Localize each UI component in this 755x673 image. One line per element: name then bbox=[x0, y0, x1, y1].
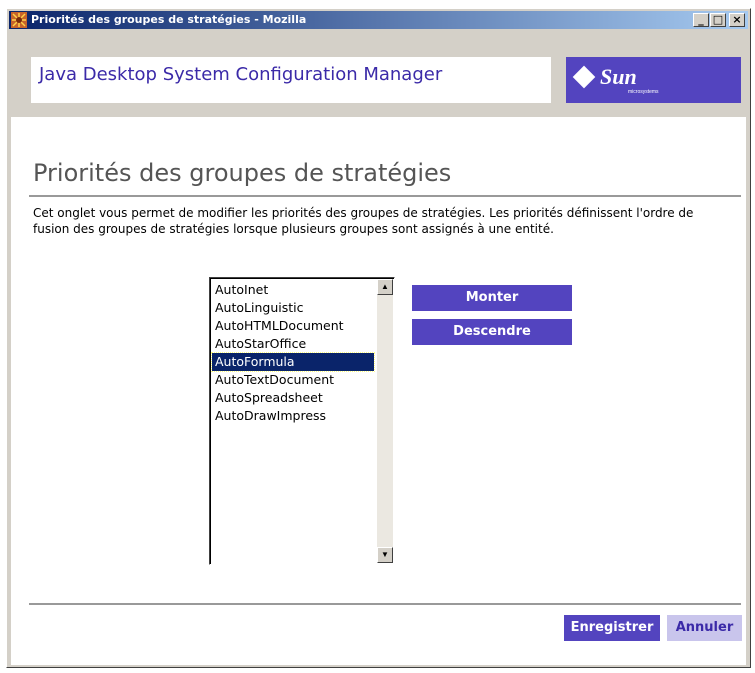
policy-group-listbox[interactable]: AutoInet AutoLinguistic AutoHTMLDocument… bbox=[209, 277, 395, 565]
list-item[interactable]: AutoDrawImpress bbox=[212, 407, 374, 425]
page-title: Priorités des groupes de stratégies bbox=[33, 159, 452, 187]
list-item[interactable]: AutoHTMLDocument bbox=[212, 317, 374, 335]
footer-divider bbox=[29, 603, 741, 605]
scroll-up-arrow-icon[interactable]: ▲ bbox=[377, 279, 393, 295]
cancel-button[interactable]: Annuler bbox=[667, 615, 742, 641]
scroll-down-arrow-icon[interactable]: ▼ bbox=[377, 547, 393, 563]
title-divider bbox=[29, 195, 741, 197]
vertical-scrollbar[interactable]: ▲ ▼ bbox=[377, 279, 393, 563]
list-item[interactable]: AutoSpreadsheet bbox=[212, 389, 374, 407]
minimize-button[interactable]: _ bbox=[693, 13, 709, 27]
close-button[interactable]: × bbox=[729, 13, 745, 27]
sun-logo: Sun microsystems bbox=[566, 57, 741, 103]
browser-window: Priorités des groupes de stratégies - Mo… bbox=[6, 8, 751, 668]
sun-logo-text: Sun bbox=[600, 64, 637, 89]
list-item[interactable]: AutoFormula bbox=[211, 352, 375, 372]
app-name: Java Desktop System Configuration Manage… bbox=[39, 64, 443, 85]
list-item[interactable]: AutoInet bbox=[212, 281, 374, 299]
masthead: Java Desktop System Configuration Manage… bbox=[11, 31, 746, 117]
save-button[interactable]: Enregistrer bbox=[564, 615, 660, 641]
page-content: Java Desktop System Configuration Manage… bbox=[11, 31, 746, 665]
window-title: Priorités des groupes de stratégies - Mo… bbox=[31, 13, 307, 26]
maximize-button[interactable]: □ bbox=[710, 13, 726, 27]
list-item[interactable]: AutoLinguistic bbox=[212, 299, 374, 317]
policy-group-items: AutoInet AutoLinguistic AutoHTMLDocument… bbox=[211, 281, 375, 425]
list-item[interactable]: AutoStarOffice bbox=[212, 335, 374, 353]
title-bar[interactable]: Priorités des groupes de stratégies - Mo… bbox=[9, 11, 748, 29]
sun-diamond-icon bbox=[572, 65, 596, 89]
page-description: Cet onglet vous permet de modifier les p… bbox=[33, 206, 694, 236]
sun-logo-subtext: microsystems bbox=[628, 89, 659, 95]
move-down-button[interactable]: Descendre bbox=[412, 319, 572, 345]
list-item[interactable]: AutoTextDocument bbox=[212, 371, 374, 389]
mozilla-icon bbox=[11, 12, 27, 28]
move-up-button[interactable]: Monter bbox=[412, 285, 572, 311]
